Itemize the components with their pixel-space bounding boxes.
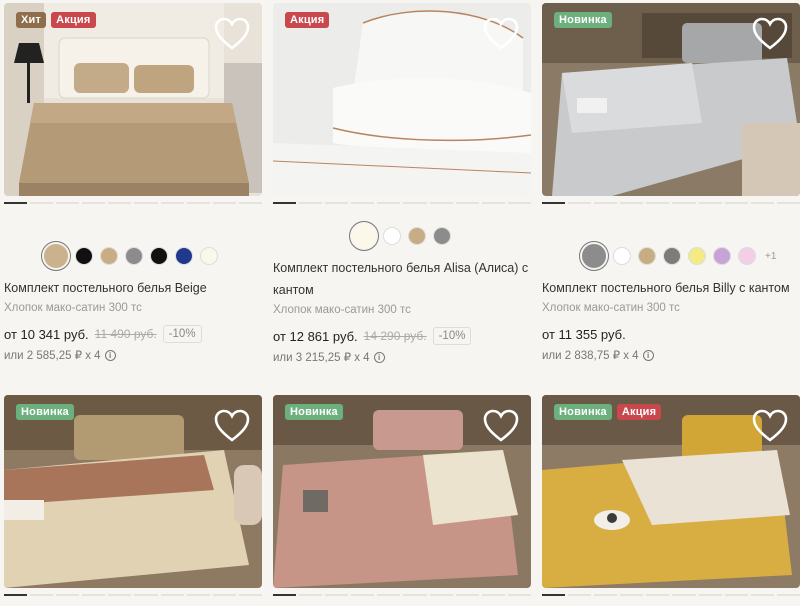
image-pagination[interactable] [4, 594, 262, 596]
product-material: Хлопок мако-сатин 300 тс [542, 302, 680, 314]
color-swatch[interactable] [663, 247, 681, 265]
color-swatches [4, 241, 262, 271]
color-swatch[interactable] [688, 247, 706, 265]
discount-badge: -10% [162, 325, 202, 343]
color-swatches [273, 221, 531, 251]
favorite-heart-icon[interactable] [214, 409, 250, 443]
product-card[interactable]: Новинка [273, 395, 531, 596]
installment-info: или 3 215,25 ₽ x 4 i [273, 350, 531, 364]
product-photo[interactable]: Новинка [273, 395, 531, 588]
badge-group: Новинка [16, 404, 74, 420]
price-row: от 10 341 руб. 11 490 руб. -10% [4, 325, 262, 343]
color-swatch[interactable] [383, 227, 401, 245]
image-pagination[interactable] [542, 202, 800, 204]
current-price: от 12 861 руб. [273, 328, 358, 344]
product-title[interactable]: Комплект постельного белья Billy с канто… [542, 277, 800, 299]
color-swatch[interactable] [433, 227, 451, 245]
color-swatch[interactable] [150, 247, 168, 265]
old-price: 14 290 руб. [363, 329, 427, 343]
product-photo[interactable]: Новинка [4, 395, 262, 588]
badge-group: Акция [285, 12, 330, 28]
color-swatch[interactable] [613, 247, 631, 265]
color-swatch[interactable] [100, 247, 118, 265]
color-swatch[interactable] [352, 224, 376, 248]
product-photo[interactable]: Хит Акция [4, 3, 262, 196]
color-swatch[interactable] [408, 227, 426, 245]
installment-info: или 2 585,25 ₽ x 4 i [4, 348, 262, 362]
current-price: от 11 355 руб. [542, 326, 626, 342]
image-pagination[interactable] [4, 202, 262, 204]
info-icon[interactable]: i [373, 351, 385, 363]
image-pagination[interactable] [542, 594, 800, 596]
new-badge: Новинка [285, 404, 343, 420]
color-swatch[interactable] [713, 247, 731, 265]
product-card[interactable]: Новинка Акция [542, 395, 800, 596]
info-icon[interactable]: i [642, 349, 654, 361]
sale-badge: Акция [51, 12, 96, 28]
price-row: от 12 861 руб. 14 290 руб. -10% [273, 327, 531, 345]
color-swatch[interactable] [582, 244, 606, 268]
product-photo[interactable]: Акция [273, 3, 531, 196]
color-swatch[interactable] [200, 247, 218, 265]
current-price: от 10 341 руб. [4, 326, 89, 342]
image-pagination[interactable] [273, 202, 531, 204]
color-swatch[interactable] [75, 247, 93, 265]
color-swatch[interactable] [738, 247, 756, 265]
favorite-heart-icon[interactable] [483, 17, 519, 51]
color-swatch[interactable] [175, 247, 193, 265]
installment-text: или 2 838,75 ₽ x 4 [542, 350, 639, 362]
new-badge: Новинка [554, 404, 612, 420]
installment-text: или 2 585,25 ₽ x 4 [4, 350, 101, 362]
new-badge: Новинка [16, 404, 74, 420]
badge-group: Новинка [285, 404, 343, 420]
badge-group: Новинка Акция [554, 404, 662, 420]
product-card[interactable]: Новинка [4, 395, 262, 596]
product-material: Хлопок мако-сатин 300 тс [273, 304, 411, 316]
color-swatch[interactable] [125, 247, 143, 265]
product-photo[interactable]: Новинка [542, 3, 800, 196]
badge-group: Новинка [554, 12, 612, 28]
price-row: от 11 355 руб. [542, 325, 800, 343]
badge-group: Хит Акция [16, 12, 96, 28]
old-price: 11 490 руб. [94, 327, 157, 341]
product-title[interactable]: Комплект постельного белья Beige [4, 277, 262, 299]
new-badge: Новинка [554, 12, 612, 28]
info-icon[interactable]: i [104, 349, 116, 361]
favorite-heart-icon[interactable] [483, 409, 519, 443]
product-card[interactable]: Новинка +1 Комплект постельного белья Bi… [542, 3, 800, 362]
favorite-heart-icon[interactable] [214, 17, 250, 51]
sale-badge: Акция [616, 404, 662, 420]
image-pagination[interactable] [273, 594, 531, 596]
product-material: Хлопок мако-сатин 300 тс [4, 302, 142, 314]
product-title[interactable]: Комплект постельного белья Alisa (Алиса)… [273, 257, 531, 301]
installment-info: или 2 838,75 ₽ x 4 i [542, 348, 800, 362]
more-colors-link[interactable]: +1 [765, 251, 776, 262]
product-photo[interactable]: Новинка Акция [542, 395, 800, 588]
favorite-heart-icon[interactable] [752, 409, 788, 443]
discount-badge: -10% [432, 327, 472, 345]
hit-badge: Хит [16, 12, 47, 28]
color-swatches: +1 [542, 241, 800, 271]
product-card[interactable]: Акция Комплект постельного белья Alisa (… [273, 3, 531, 364]
installment-text: или 3 215,25 ₽ x 4 [273, 352, 370, 364]
product-card[interactable]: Хит Акция Комплект постельного белья Bei… [4, 3, 262, 362]
color-swatch[interactable] [44, 244, 68, 268]
color-swatch[interactable] [638, 247, 656, 265]
sale-badge: Акция [285, 12, 330, 28]
favorite-heart-icon[interactable] [752, 17, 788, 51]
